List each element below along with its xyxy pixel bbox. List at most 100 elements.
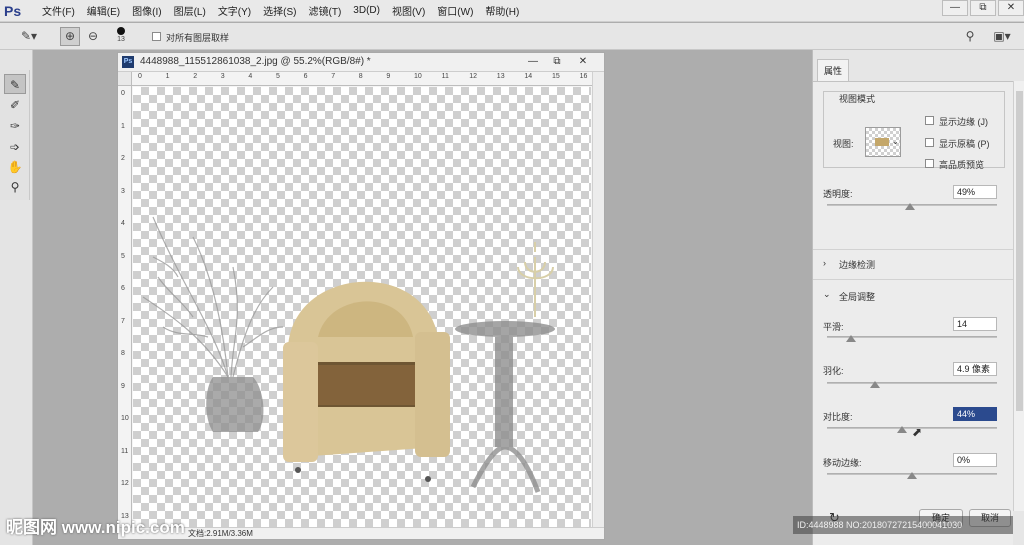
menu-window[interactable]: 窗口(W) [437, 3, 473, 18]
ruler-tick-label: 4 [248, 73, 253, 80]
minimize-button[interactable]: — [942, 0, 968, 16]
menu-filter[interactable]: 滤镜(T) [309, 3, 342, 18]
feather-slider[interactable] [827, 382, 997, 384]
ruler-tick-label: 1 [165, 73, 170, 80]
global-adjust-header[interactable]: 全局调整 [839, 290, 875, 303]
menu-file[interactable]: 文件(F) [42, 3, 75, 18]
ruler-tick-label: 3 [220, 73, 225, 80]
divider [813, 279, 1013, 280]
side-table [455, 321, 555, 493]
menu-bar: Ps 文件(F) 编辑(E) 图像(I) 图层(L) 文字(Y) 选择(S) 滤… [0, 0, 1024, 22]
image-canvas[interactable] [133, 87, 591, 527]
menu-help[interactable]: 帮助(H) [485, 3, 519, 18]
scrollbar-thumb[interactable] [1016, 91, 1023, 411]
options-bar: ✎▾ ⊕ ⊖ 13 对所有图层取样 ⚲ ▣▾ [0, 23, 1024, 50]
document-window: Ps 4448988_115512861038_2.jpg @ 55.2%(RG… [117, 52, 605, 540]
document-title: 4448988_115512861038_2.jpg @ 55.2%(RGB/8… [140, 56, 371, 67]
quick-selection-icon: ✎▾ [20, 29, 38, 43]
shift-edge-field[interactable]: 0% [953, 453, 997, 467]
minus-circle-icon: ⊖ [87, 29, 99, 43]
horizontal-ruler[interactable]: 0 1 2 3 4 5 6 7 8 9 10 11 12 13 14 15 16 [132, 72, 592, 86]
menu-edit[interactable]: 编辑(E) [87, 3, 120, 18]
refine-radius-tool[interactable]: ✐ [4, 95, 26, 115]
close-button[interactable]: ✕ [998, 0, 1024, 16]
hq-preview-checkbox[interactable] [925, 159, 934, 168]
feather-label: 羽化: [823, 366, 844, 376]
erase-brush-icon: ✑ [9, 119, 21, 133]
ruler-tick-label: 8 [358, 73, 363, 80]
opacity-label: 透明度: [823, 189, 853, 199]
watermark-right: ID:4448988 NO:20180727215400041030 [793, 516, 1013, 534]
opacity-slider-knob[interactable] [905, 203, 916, 210]
brush-dot-icon [117, 27, 125, 35]
dried-branches [142, 216, 284, 378]
ruler-tick-label: 12 [121, 480, 129, 487]
smooth-field[interactable]: 14 [953, 317, 997, 331]
opacity-field[interactable]: 49% [953, 185, 997, 199]
menu-type[interactable]: 文字(Y) [218, 3, 251, 18]
smooth-slider-knob[interactable] [845, 335, 856, 342]
smooth-label: 平滑: [823, 322, 844, 332]
properties-body: 视图模式 视图: ⌄ 显示边缘 (J) 显示原稿 (P) 高品质预览 透明度: … [813, 81, 1013, 545]
contrast-field[interactable]: 44% [953, 407, 997, 421]
edge-detection-header[interactable]: 边缘检测 [839, 258, 875, 271]
ruler-tick-label: 5 [276, 73, 280, 80]
menu-view[interactable]: 视图(V) [392, 3, 425, 18]
brush-size-picker[interactable]: 13 [110, 24, 132, 48]
photoshop-logo: Ps [4, 2, 22, 19]
hand-tool[interactable]: ✋ [4, 157, 26, 177]
plus-circle-icon: ⊕ [64, 29, 76, 43]
sample-all-layers-checkbox[interactable] [152, 32, 161, 41]
contrast-slider-knob[interactable] [896, 426, 907, 433]
feather-field[interactable]: 4.9 像素 [953, 362, 997, 376]
tool-preset-picker[interactable]: ✎▾ [14, 27, 44, 46]
zoom-tool[interactable]: ⚲ [4, 177, 26, 197]
add-to-selection-button[interactable]: ⊕ [60, 27, 80, 46]
document-title-bar[interactable]: Ps 4448988_115512861038_2.jpg @ 55.2%(RG… [118, 53, 604, 72]
window-controls: — ⧉ ✕ [940, 0, 1024, 16]
workspace-switcher[interactable]: ▣▾ [988, 27, 1016, 46]
properties-panel: 属性 视图模式 视图: ⌄ 显示边缘 (J) 显示原稿 (P) 高品质预览 透明… [812, 50, 1024, 545]
document-vertical-scrollbar[interactable] [592, 72, 604, 527]
doc-minimize-button[interactable]: — [522, 54, 544, 69]
erase-refinements-tool[interactable]: ✑ [4, 116, 26, 136]
menu-3d[interactable]: 3D(D) [353, 5, 380, 16]
doc-close-button[interactable]: ✕ [572, 54, 594, 69]
tab-properties[interactable]: 属性 [817, 59, 849, 81]
search-button[interactable]: ⚲ [960, 27, 980, 46]
brush-size-value: 13 [117, 36, 125, 43]
ruler-tick-label: 0 [121, 90, 125, 97]
chevron-down-icon[interactable]: ⌄ [823, 289, 831, 300]
tools-panel: ✎ ✐ ✑ ➩ ✋ ⚲ [0, 70, 30, 200]
ruler-tick-label: 2 [193, 73, 198, 80]
refine-brush-icon: ✐ [9, 98, 21, 112]
candelabra [517, 242, 554, 317]
shift-edge-slider-knob[interactable] [907, 472, 917, 479]
subtract-selection-button[interactable]: ⊖ [83, 27, 103, 46]
restore-button[interactable]: ⧉ [970, 0, 996, 16]
ruler-tick-label: 7 [331, 73, 336, 80]
divider [813, 249, 1013, 250]
menu-select[interactable]: 选择(S) [263, 3, 296, 18]
ruler-tick-label: 9 [386, 73, 391, 80]
menu-image[interactable]: 图像(I) [132, 3, 161, 18]
ruler-tick-label: 6 [121, 285, 125, 292]
doc-restore-button[interactable]: ⧉ [546, 54, 568, 69]
chevron-down-icon[interactable]: ⌄ [892, 137, 899, 146]
ruler-tick-label: 6 [303, 73, 308, 80]
quick-selection-tool[interactable]: ✎ [4, 74, 26, 94]
ruler-tick-label: 3 [121, 187, 125, 195]
chevron-right-icon[interactable]: › [823, 258, 826, 268]
feather-slider-knob[interactable] [869, 381, 880, 388]
lasso-tool[interactable]: ➩ [4, 137, 26, 157]
properties-scrollbar[interactable] [1013, 81, 1024, 511]
workspace-background [605, 50, 812, 545]
menu-layer[interactable]: 图层(L) [174, 3, 206, 18]
shift-edge-label: 移动边缘: [823, 458, 862, 468]
ruler-tick-label: 5 [121, 252, 125, 260]
vertical-ruler[interactable]: 0 1 2 3 4 5 6 7 8 9 10 11 12 13 [118, 86, 132, 527]
show-edge-checkbox[interactable] [925, 116, 934, 125]
lasso-icon: ➩ [9, 140, 21, 154]
watermark-left: 昵图网 www.nipic.com [6, 518, 185, 537]
show-original-checkbox[interactable] [925, 138, 934, 147]
